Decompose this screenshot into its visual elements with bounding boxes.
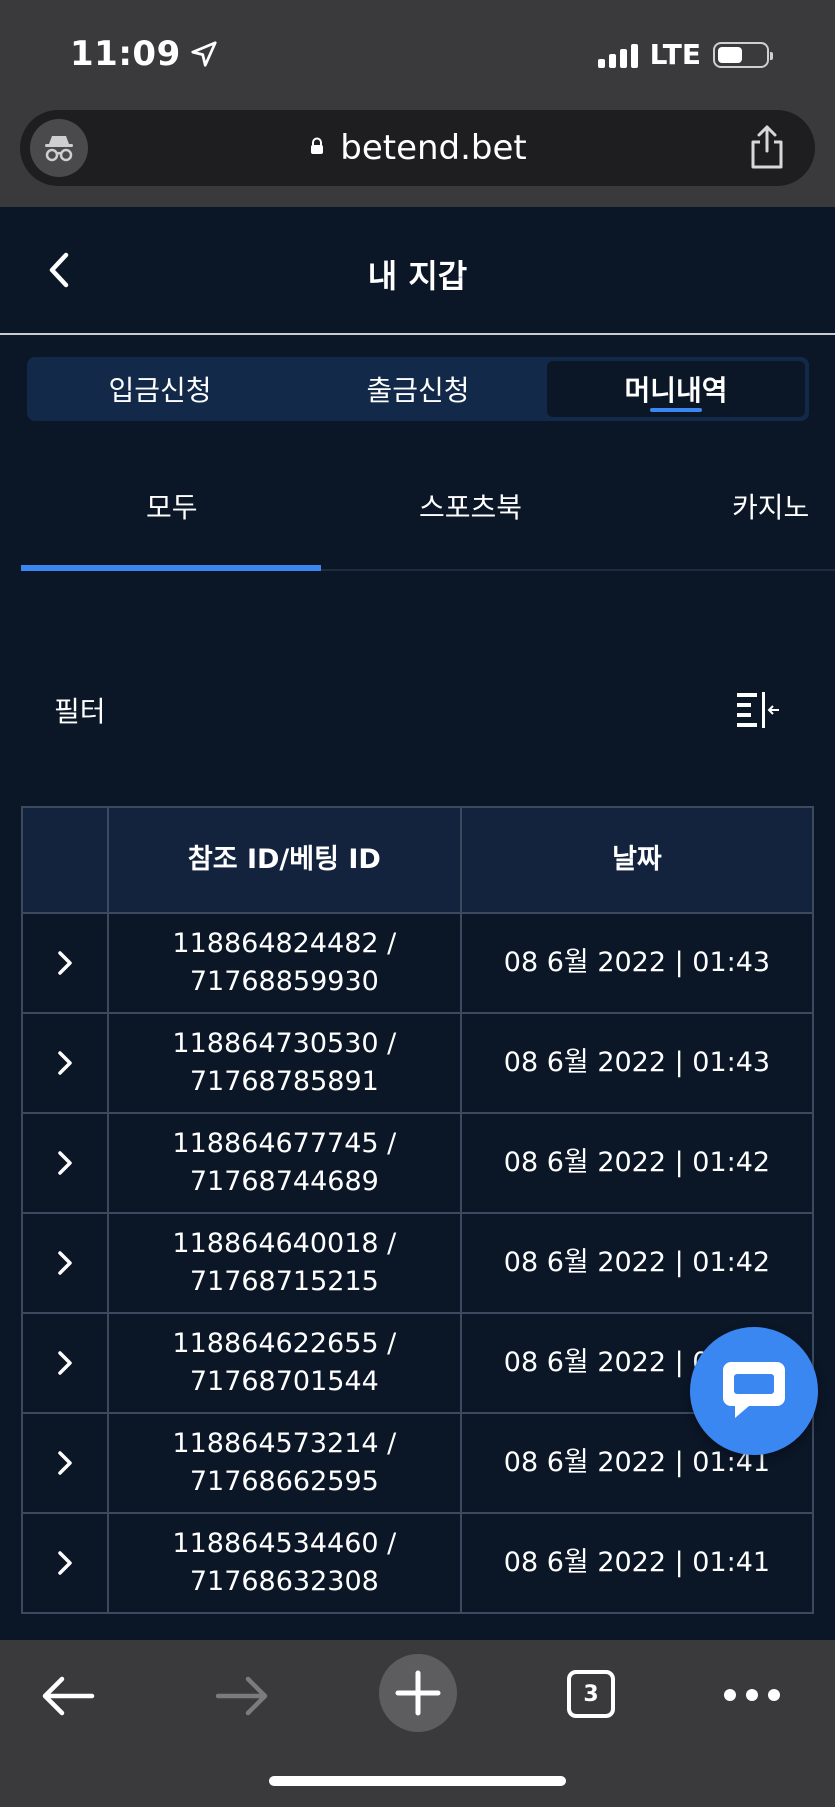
live-chat-button[interactable] xyxy=(690,1327,818,1455)
bet-id: 71768701544 xyxy=(189,1366,379,1397)
status-indicators: LTE xyxy=(597,38,773,71)
arrow-right-icon xyxy=(215,1676,268,1716)
chevron-right-icon xyxy=(58,1251,72,1275)
row-expand-button[interactable] xyxy=(23,1114,109,1212)
wallet-segment-control: 입금신청 출금신청 머니내역 xyxy=(27,357,809,421)
date-cell: 08 6월 2022 | 01:42 xyxy=(462,1214,814,1312)
chevron-right-icon xyxy=(58,1351,72,1375)
ref-id-cell: 118864573214 / 71768662595 xyxy=(109,1414,462,1512)
subtab-casino[interactable]: 카지노 xyxy=(732,486,809,526)
back-button[interactable] xyxy=(38,1666,98,1726)
home-indicator xyxy=(269,1776,566,1786)
ref-id: 118864824482 / xyxy=(172,928,397,959)
table-row[interactable]: 118864640018 / 71768715215 08 6월 2022 | 0… xyxy=(23,1214,814,1314)
page-title: 내 지갑 xyxy=(367,257,468,295)
ref-id: 118864677745 / xyxy=(172,1128,397,1159)
address-bar[interactable]: betend.bet xyxy=(20,110,815,186)
signal-icon xyxy=(597,42,638,68)
history-subtabs: 모두 스포츠북 카지노 xyxy=(21,456,835,571)
battery-icon xyxy=(713,41,773,68)
lock-icon xyxy=(311,137,324,154)
ref-id-cell: 118864824482 / 71768859930 xyxy=(109,914,462,1012)
row-expand-button[interactable] xyxy=(23,1514,109,1612)
table-row[interactable]: 118864730530 / 71768785891 08 6월 2022 | 0… xyxy=(23,1014,814,1114)
subtab-sportsbook[interactable]: 스포츠북 xyxy=(419,486,522,526)
share-icon[interactable] xyxy=(747,124,787,170)
more-menu-button[interactable] xyxy=(722,1680,782,1710)
ref-id-cell: 118864677745 / 71768744689 xyxy=(109,1114,462,1212)
segment-withdraw-request[interactable]: 출금신청 xyxy=(289,361,547,417)
bet-id: 71768632308 xyxy=(189,1566,379,1597)
filter-toggle-icon[interactable] xyxy=(735,690,781,730)
more-dots-icon xyxy=(724,1689,780,1701)
ref-id: 118864622655 / xyxy=(172,1328,397,1359)
ref-id-cell: 118864534460 / 71768632308 xyxy=(109,1514,462,1612)
ref-id: 118864573214 / xyxy=(172,1428,397,1459)
chevron-right-icon xyxy=(58,951,72,975)
incognito-button[interactable] xyxy=(30,119,88,177)
ref-id-cell: 118864622655 / 71768701544 xyxy=(109,1314,462,1412)
table-header-date: 날짜 xyxy=(462,808,814,912)
chevron-right-icon xyxy=(58,1451,72,1475)
date-cell: 08 6월 2022 | 01:43 xyxy=(462,1014,814,1112)
chat-bubble-icon xyxy=(723,1362,785,1418)
ref-id: 118864640018 / xyxy=(172,1228,397,1259)
row-expand-button[interactable] xyxy=(23,1414,109,1512)
chevron-right-icon xyxy=(58,1151,72,1175)
arrow-left-icon xyxy=(42,1676,95,1716)
forward-button[interactable] xyxy=(212,1666,272,1726)
ref-id-cell: 118864730530 / 71768785891 xyxy=(109,1014,462,1112)
app-header: 내 지갑 xyxy=(0,207,835,335)
bet-id: 71768662595 xyxy=(189,1466,379,1497)
table-header-ref-id: 참조 ID/베팅 ID xyxy=(109,808,462,912)
table-row[interactable]: 118864534460 / 71768632308 08 6월 2022 | 0… xyxy=(23,1514,814,1614)
active-tab-indicator xyxy=(21,565,321,571)
filter-label: 필터 xyxy=(54,695,106,728)
browser-chrome: 11:09 LTE betend.bet xyxy=(0,0,835,207)
table-header-row: 참조 ID/베팅 ID 날짜 xyxy=(23,808,814,914)
row-expand-button[interactable] xyxy=(23,1314,109,1412)
date-cell: 08 6월 2022 | 01:41 xyxy=(462,1514,814,1612)
bet-id: 71768859930 xyxy=(189,966,379,997)
incognito-icon xyxy=(45,136,73,162)
row-expand-button[interactable] xyxy=(23,914,109,1012)
row-expand-button[interactable] xyxy=(23,1214,109,1312)
segment-money-history[interactable]: 머니내역 xyxy=(547,361,805,417)
table-row[interactable]: 118864824482 / 71768859930 08 6월 2022 | 0… xyxy=(23,914,814,1014)
subtab-all[interactable]: 모두 xyxy=(146,486,198,526)
url-text: betend.bet xyxy=(340,128,527,168)
plus-icon xyxy=(395,1670,441,1716)
bet-id: 71768715215 xyxy=(189,1266,379,1297)
location-arrow-icon xyxy=(191,41,217,67)
bet-id: 71768744689 xyxy=(189,1166,379,1197)
status-time: 11:09 xyxy=(70,34,219,74)
tab-count: 3 xyxy=(567,1670,615,1718)
network-label: LTE xyxy=(649,38,701,71)
table-row[interactable]: 118864573214 /71768662595 08 6월 2022 | 0… xyxy=(23,1414,814,1514)
chevron-right-icon xyxy=(58,1551,72,1575)
bet-id: 71768785891 xyxy=(189,1066,379,1097)
date-cell: 08 6월 2022 | 01:42 xyxy=(462,1114,814,1212)
money-history-table: 참조 ID/베팅 ID 날짜 118864824482 / 71768859930… xyxy=(21,806,814,1614)
tabs-button[interactable]: 3 xyxy=(567,1670,615,1718)
status-time-text: 11:09 xyxy=(70,34,181,74)
chevron-right-icon xyxy=(58,1051,72,1075)
row-expand-button[interactable] xyxy=(23,1014,109,1112)
ref-id: 118864730530 / xyxy=(172,1028,397,1059)
segment-deposit-request[interactable]: 입금신청 xyxy=(31,361,289,417)
ref-id-cell: 118864640018 / 71768715215 xyxy=(109,1214,462,1312)
date-cell: 08 6월 2022 | 01:43 xyxy=(462,914,814,1012)
table-header-expand xyxy=(23,808,109,912)
table-row[interactable]: 118864677745 / 71768744689 08 6월 2022 | 0… xyxy=(23,1114,814,1214)
ref-id: 118864534460 / xyxy=(172,1528,397,1559)
new-tab-button[interactable] xyxy=(379,1654,457,1732)
